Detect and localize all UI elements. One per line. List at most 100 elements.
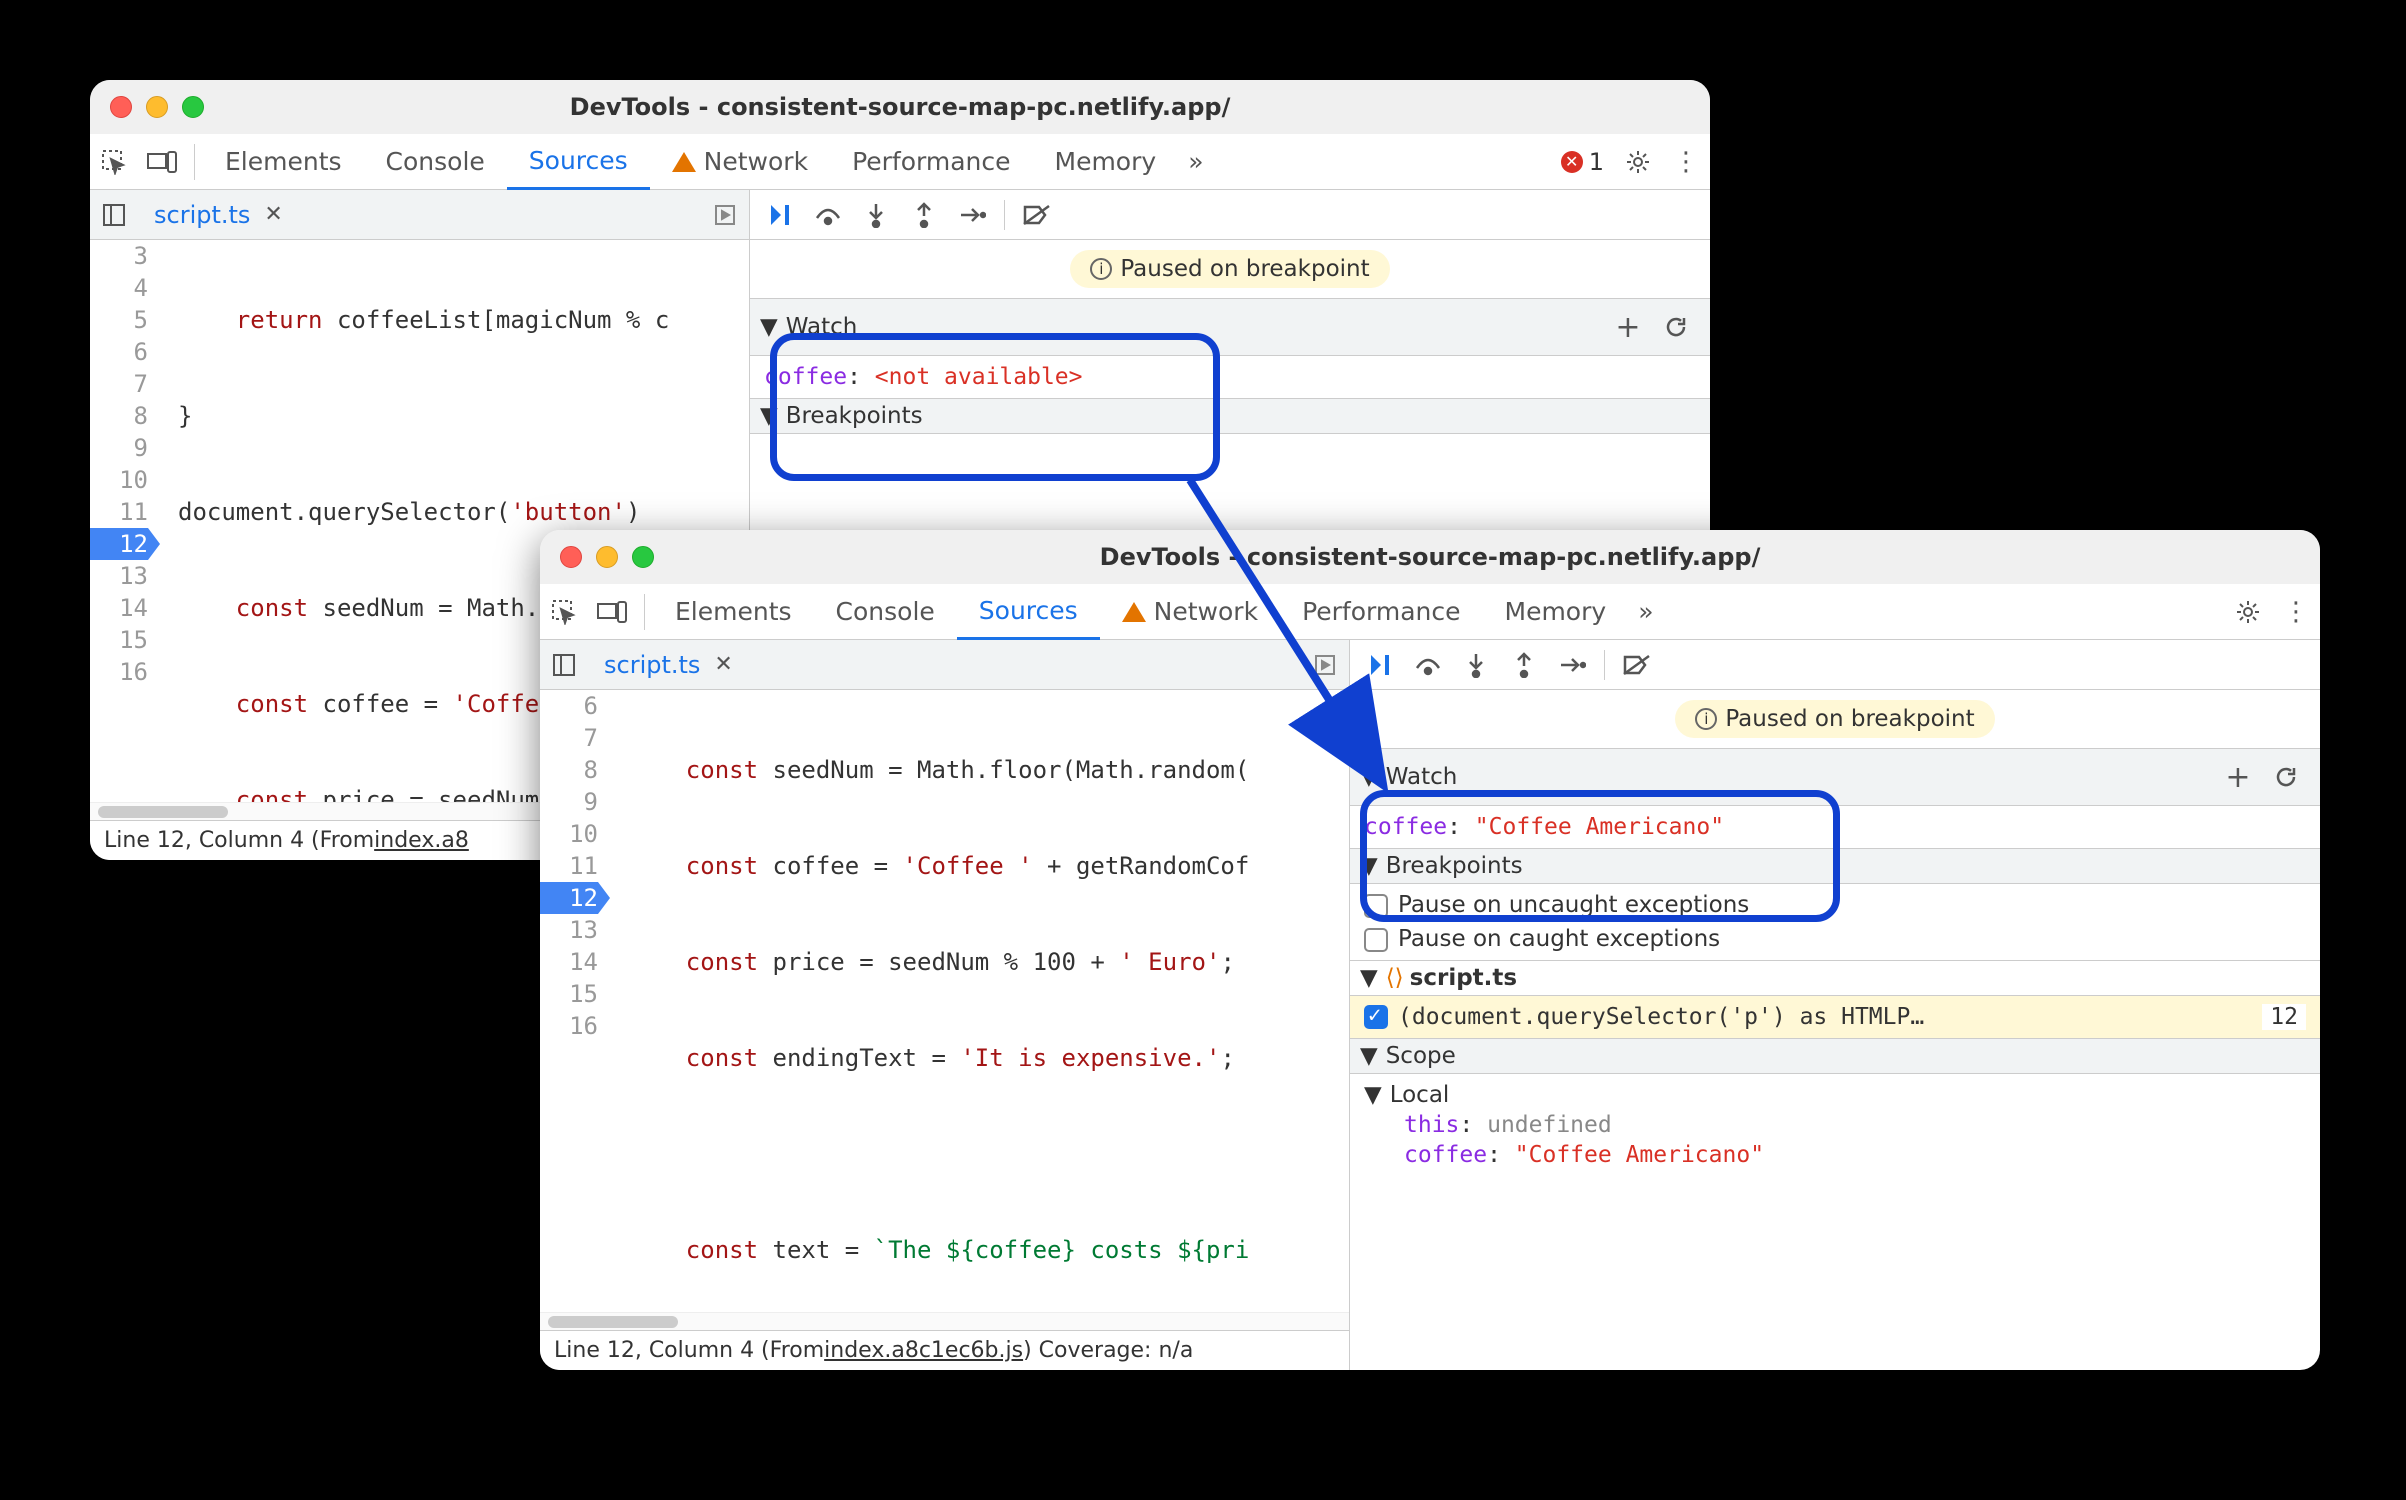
breakpoints-pane-header[interactable]: ▼Breakpoints [750,398,1710,434]
nav-pane-icon[interactable] [90,191,138,239]
h-scrollbar[interactable] [540,1312,1349,1330]
chevron-down-icon: ▼ [760,314,778,340]
inspect-icon[interactable] [90,138,138,186]
kebab-icon[interactable]: ⋮ [1662,138,1710,186]
pause-banner: iPaused on breakpoint [750,240,1710,298]
error-count: 1 [1589,148,1604,176]
scope-local[interactable]: ▼Local [1350,1074,2320,1110]
tab-console[interactable]: Console [814,584,957,640]
step-into-icon[interactable] [1454,641,1498,689]
bp-file-header[interactable]: ▼⟨⟩script.ts [1350,960,2320,996]
bp-caught-row[interactable]: Pause on caught exceptions [1350,926,2320,960]
debug-controls [750,190,1710,240]
code-editor[interactable]: 678910111213141516 const seedNum = Math.… [540,690,1349,1312]
checkbox-checked[interactable] [1364,1005,1388,1029]
error-icon[interactable]: ✕ [1561,151,1583,173]
run-snippet-icon[interactable] [1301,641,1349,689]
tab-memory[interactable]: Memory [1033,134,1179,190]
tab-network[interactable]: Network [1100,584,1280,640]
checkbox[interactable] [1364,928,1388,952]
step-out-icon[interactable] [902,191,946,239]
device-icon[interactable] [138,138,186,186]
chevron-down-icon: ▼ [1360,1043,1378,1069]
close-file-icon[interactable]: ✕ [714,652,732,677]
traffic-lights [110,96,204,118]
nav-pane-icon[interactable] [540,641,588,689]
resume-icon[interactable] [1358,641,1402,689]
gear-icon[interactable] [1614,138,1662,186]
gutter: 678910111213141516 [540,690,608,1312]
close-file-icon[interactable]: ✕ [264,202,282,227]
chevron-down-icon: ▼ [1360,764,1378,790]
maximize-icon[interactable] [632,546,654,568]
step-icon[interactable] [950,191,994,239]
tab-bar: Elements Console Sources Network Perform… [90,134,1710,190]
tab-elements[interactable]: Elements [653,584,814,640]
watch-row[interactable]: coffee: "Coffee Americano" [1350,806,2320,848]
bp-uncaught-row[interactable]: Pause on uncaught exceptions [1350,884,2320,926]
file-icon: ⟨⟩ [1386,965,1404,991]
scope-pane-header[interactable]: ▼Scope [1350,1038,2320,1074]
file-tabs: script.ts✕ [540,640,1349,690]
file-tab-script[interactable]: script.ts✕ [142,190,295,239]
chevron-down-icon: ▼ [1360,853,1378,879]
status-bar: Line 12, Column 4 (From index.a8c1ec6b.j… [540,1330,1349,1370]
tab-sources[interactable]: Sources [507,134,650,190]
gutter: 345678910111213141516 [90,240,158,802]
pause-banner: iPaused on breakpoint [1350,690,2320,748]
step-out-icon[interactable] [1502,641,1546,689]
tab-performance[interactable]: Performance [1280,584,1482,640]
refresh-icon[interactable] [2262,753,2310,801]
step-into-icon[interactable] [854,191,898,239]
gear-icon[interactable] [2224,588,2272,636]
tab-performance[interactable]: Performance [830,134,1032,190]
inspect-icon[interactable] [540,588,588,636]
close-icon[interactable] [560,546,582,568]
run-snippet-icon[interactable] [701,191,749,239]
deactivate-bp-icon[interactable] [1015,191,1059,239]
tab-memory[interactable]: Memory [1483,584,1629,640]
minimize-icon[interactable] [596,546,618,568]
devtools-window-2: DevTools - consistent-source-map-pc.netl… [540,530,2320,1370]
file-tabs: script.ts✕ [90,190,749,240]
info-icon: i [1695,708,1717,730]
tab-console[interactable]: Console [364,134,507,190]
chevron-down-icon: ▼ [1364,1082,1382,1108]
maximize-icon[interactable] [182,96,204,118]
warning-icon [672,152,696,172]
watch-pane-header[interactable]: ▼Watch + [750,298,1710,356]
scope-coffee: coffee: "Coffee Americano" [1350,1140,2320,1170]
watch-pane-header[interactable]: ▼Watch + [1350,748,2320,806]
deactivate-bp-icon[interactable] [1615,641,1659,689]
tab-more[interactable]: » [1628,584,1663,640]
info-icon: i [1090,258,1112,280]
resume-icon[interactable] [758,191,802,239]
step-icon[interactable] [1550,641,1594,689]
watch-row[interactable]: coffee: <not available> [750,356,1710,398]
tab-bar: Elements Console Sources Network Perform… [540,584,2320,640]
tab-network[interactable]: Network [650,134,830,190]
chevron-down-icon: ▼ [1360,965,1378,991]
titlebar: DevTools - consistent-source-map-pc.netl… [90,80,1710,134]
bp-row[interactable]: (document.querySelector('p') as HTMLP…12 [1350,996,2320,1038]
tab-more[interactable]: » [1178,134,1213,190]
breakpoints-pane-header[interactable]: ▼Breakpoints [1350,848,2320,884]
warning-icon [1122,602,1146,622]
refresh-icon[interactable] [1652,303,1700,351]
window-title: DevTools - consistent-source-map-pc.netl… [570,93,1231,121]
device-icon[interactable] [588,588,636,636]
tab-elements[interactable]: Elements [203,134,364,190]
kebab-icon[interactable]: ⋮ [2272,588,2320,636]
add-watch-icon[interactable]: + [2214,753,2262,801]
traffic-lights [560,546,654,568]
separator [194,144,195,180]
close-icon[interactable] [110,96,132,118]
step-over-icon[interactable] [806,191,850,239]
tab-sources[interactable]: Sources [957,584,1100,640]
minimize-icon[interactable] [146,96,168,118]
scope-this: this: undefined [1350,1110,2320,1140]
add-watch-icon[interactable]: + [1604,303,1652,351]
step-over-icon[interactable] [1406,641,1450,689]
file-tab-script[interactable]: script.ts✕ [592,640,745,689]
checkbox[interactable] [1364,894,1388,918]
